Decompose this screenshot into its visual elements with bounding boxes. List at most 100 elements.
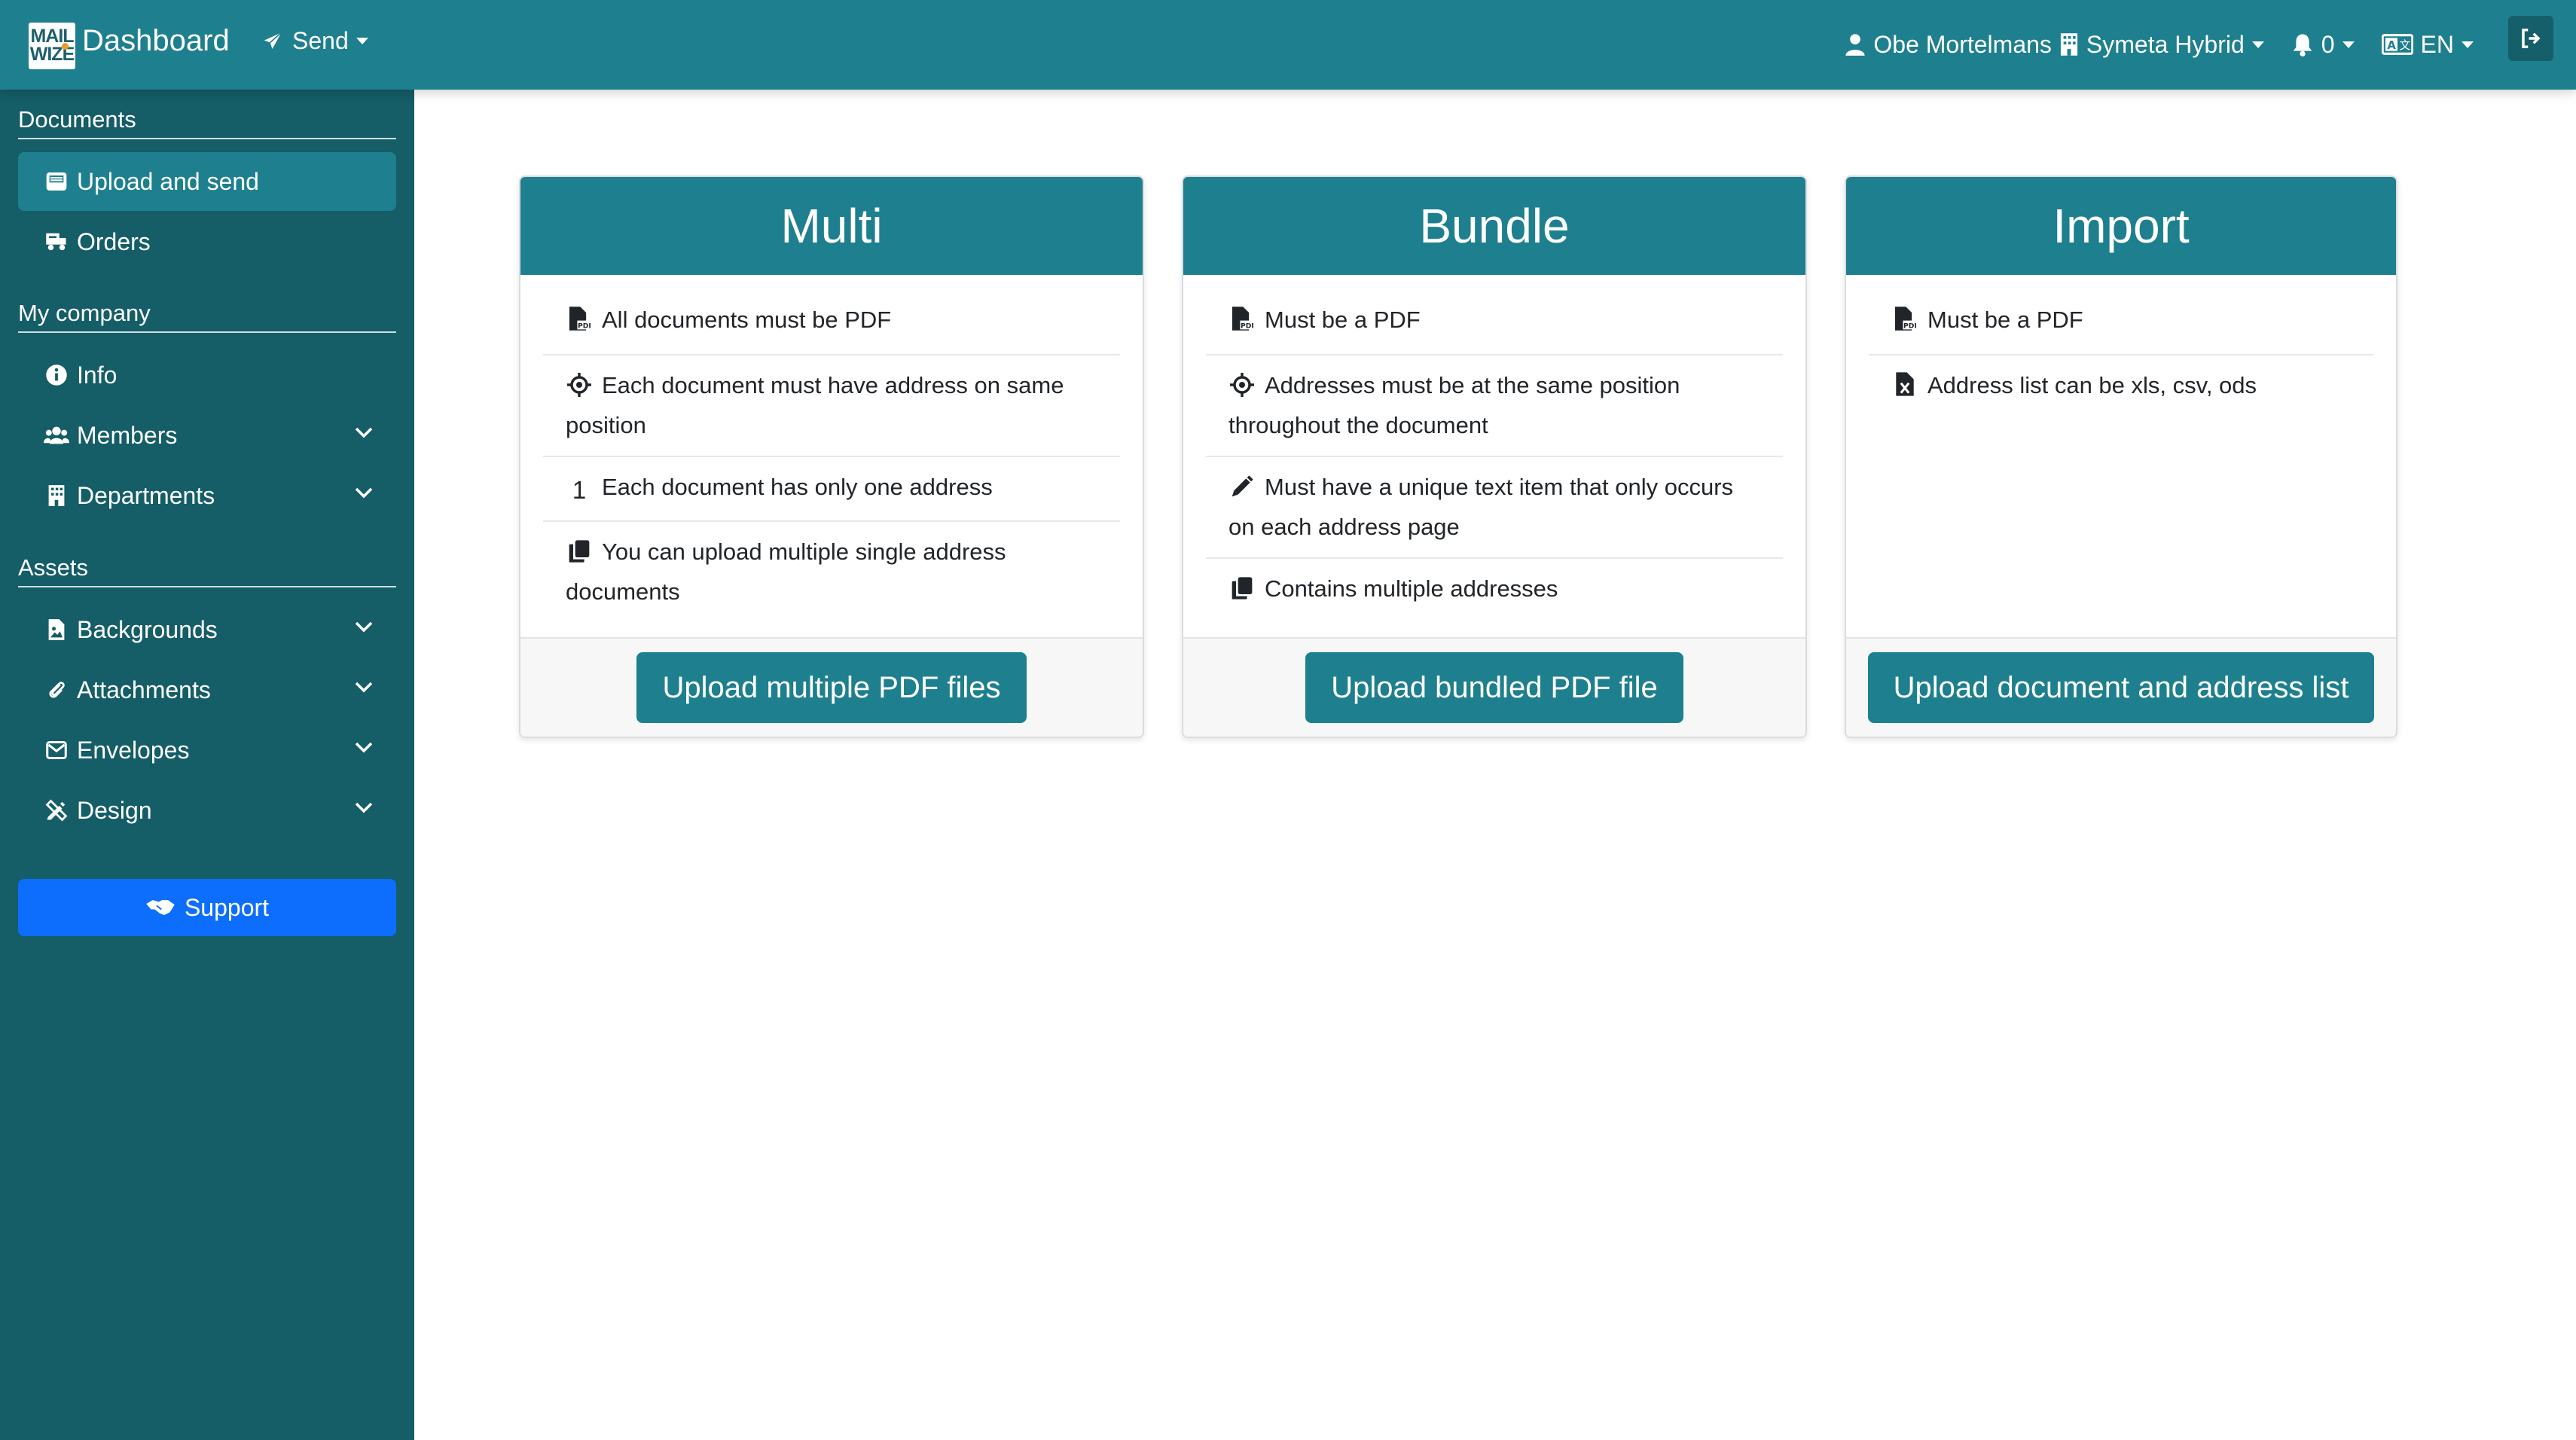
chevron-down-icon[interactable]: [354, 680, 374, 694]
upload-multiple-pdf-button[interactable]: Upload multiple PDF files: [636, 652, 1027, 723]
sidebar-item-envelopes[interactable]: Envelopes: [18, 721, 396, 779]
language-icon: A文: [2381, 34, 2413, 55]
card-footer: Upload multiple PDF files: [520, 637, 1143, 737]
logo-dot: [62, 43, 69, 50]
bell-icon: [2293, 34, 2312, 56]
list-item: PDFMust be a PDF: [1206, 290, 1783, 355]
user-menu[interactable]: Obe Mortelmans Symeta Hybrid: [1845, 30, 2264, 59]
svg-text:文: 文: [2399, 39, 2410, 52]
upload-document-and-address-list-button[interactable]: Upload document and address list: [1867, 652, 2375, 723]
card-import: Import PDFMust be a PDF Address list can…: [1845, 175, 2397, 738]
language-menu[interactable]: A文 EN: [2381, 30, 2474, 59]
sidebar-item-label: Envelopes: [77, 736, 190, 764]
navbar-right: Obe Mortelmans Symeta Hybrid 0 A文 EN: [1845, 23, 2474, 66]
card-requirements-list: PDFAll documents must be PDF Each docume…: [543, 290, 1120, 622]
inbox-icon: [44, 169, 69, 194]
caret-down-icon: [2342, 41, 2355, 48]
sidebar-item-info[interactable]: Info: [18, 346, 396, 404]
card-title: Bundle: [1183, 177, 1805, 275]
copy-icon: [566, 538, 593, 574]
user-icon: [1845, 34, 1865, 56]
support-label: Support: [184, 893, 270, 921]
file-pdf-icon: PDF: [1228, 306, 1256, 342]
user-name: Obe Mortelmans: [1873, 30, 2052, 58]
notifications-menu[interactable]: 0: [2291, 31, 2355, 59]
send-menu[interactable]: Send: [261, 27, 368, 55]
sidebar-item-backgrounds[interactable]: Backgrounds: [18, 600, 396, 659]
paper-plane-icon: [261, 29, 285, 52]
sidebar-item-label: Info: [77, 361, 118, 389]
svg-text:PDF: PDF: [578, 322, 591, 330]
sidebar-item-label: Departments: [77, 481, 215, 509]
sidebar-item-label: Orders: [77, 227, 151, 255]
mailwize-logo[interactable]: MAIL WIZE: [29, 23, 75, 69]
chevron-down-icon[interactable]: [354, 620, 374, 633]
notifications-count: 0: [2321, 30, 2335, 58]
svg-text:PDF: PDF: [1903, 322, 1916, 330]
list-item: Each document must have address on same …: [543, 355, 1120, 457]
sidebar-item-orders[interactable]: Orders: [18, 212, 396, 271]
card-footer: Upload bundled PDF file: [1183, 637, 1805, 737]
handshake-icon: [146, 900, 175, 915]
support-button[interactable]: Support: [18, 879, 396, 936]
send-menu-label: Send: [292, 27, 349, 54]
list-item: PDFMust be a PDF: [1869, 290, 2373, 355]
list-item: You can upload multiple single address d…: [566, 538, 1006, 605]
sidebar-section-assets: Assets: [18, 554, 396, 587]
building-icon: [44, 483, 69, 508]
building-icon: [2060, 33, 2077, 56]
sidebar-item-attachments[interactable]: Attachments: [18, 661, 396, 719]
card-multi: Multi PDFAll documents must be PDF Each …: [519, 175, 1144, 738]
sidebar-item-design[interactable]: Design: [18, 781, 396, 840]
envelope-icon: [44, 737, 69, 763]
number-one-icon: 1: [572, 476, 587, 504]
sidebar-item-label: Upload and send: [77, 167, 259, 195]
top-navbar: MAIL WIZE Dashboard Send Obe Mortelmans …: [0, 0, 2576, 90]
dashboard-link[interactable]: Dashboard: [82, 24, 230, 58]
crosshairs-icon: [566, 371, 593, 407]
info-circle-icon: [44, 362, 69, 388]
sidebar: Documents Upload and send Orders My comp…: [0, 90, 414, 1440]
highlighter-icon: [1228, 473, 1256, 509]
chevron-down-icon[interactable]: [354, 740, 374, 754]
list-item: Must have a unique text item that only o…: [1206, 457, 1783, 559]
sidebar-item-label: Attachments: [77, 676, 211, 703]
pencil-ruler-icon: [44, 798, 69, 823]
list-item: Addresses must be at the same position t…: [1206, 355, 1783, 457]
sidebar-item-label: Design: [77, 796, 152, 824]
caret-down-icon: [356, 38, 368, 44]
chevron-down-icon[interactable]: [354, 426, 374, 439]
sidebar-item-upload-and-send[interactable]: Upload and send: [18, 152, 396, 211]
svg-text:PDF: PDF: [1241, 322, 1253, 330]
sign-out-icon: [2522, 29, 2541, 48]
card-bundle: Bundle PDFMust be a PDF Addresses must b…: [1182, 175, 1807, 738]
crosshairs-icon: [1228, 371, 1256, 407]
sidebar-section-documents: Documents: [18, 106, 396, 139]
company-name: Symeta Hybrid: [2086, 30, 2245, 58]
sidebar-section-my-company: My company: [18, 300, 396, 333]
sidebar-item-label: Backgrounds: [77, 615, 218, 643]
logout-button[interactable]: [2508, 16, 2553, 61]
caret-down-icon: [2251, 41, 2264, 48]
file-pdf-icon: PDF: [566, 306, 594, 342]
chevron-down-icon[interactable]: [354, 486, 374, 499]
card-requirements-list: PDFMust be a PDF Address list can be xls…: [1869, 290, 2373, 419]
card-footer: Upload document and address list: [1846, 637, 2396, 737]
list-item: PDFAll documents must be PDF: [543, 290, 1120, 355]
language-code: EN: [2420, 30, 2454, 58]
paperclip-icon: [44, 677, 69, 703]
upload-bundled-pdf-button[interactable]: Upload bundled PDF file: [1305, 652, 1683, 723]
file-image-icon: [44, 617, 69, 642]
list-item: 1 Each document has only one address: [543, 457, 1120, 522]
copy-icon: [1228, 575, 1256, 611]
sidebar-item-departments[interactable]: Departments: [18, 466, 396, 525]
list-item: Address list can be xls, csv, ods: [1869, 355, 2373, 419]
shipping-icon: [44, 229, 69, 255]
file-pdf-icon: PDF: [1891, 306, 1919, 342]
sidebar-item-members[interactable]: Members: [18, 406, 396, 465]
card-requirements-list: PDFMust be a PDF Addresses must be at th…: [1206, 290, 1783, 623]
users-icon: [44, 423, 69, 448]
chevron-down-icon[interactable]: [354, 801, 374, 814]
svg-text:A: A: [2387, 39, 2396, 52]
list-item: Contains multiple addresses: [1206, 559, 1783, 623]
